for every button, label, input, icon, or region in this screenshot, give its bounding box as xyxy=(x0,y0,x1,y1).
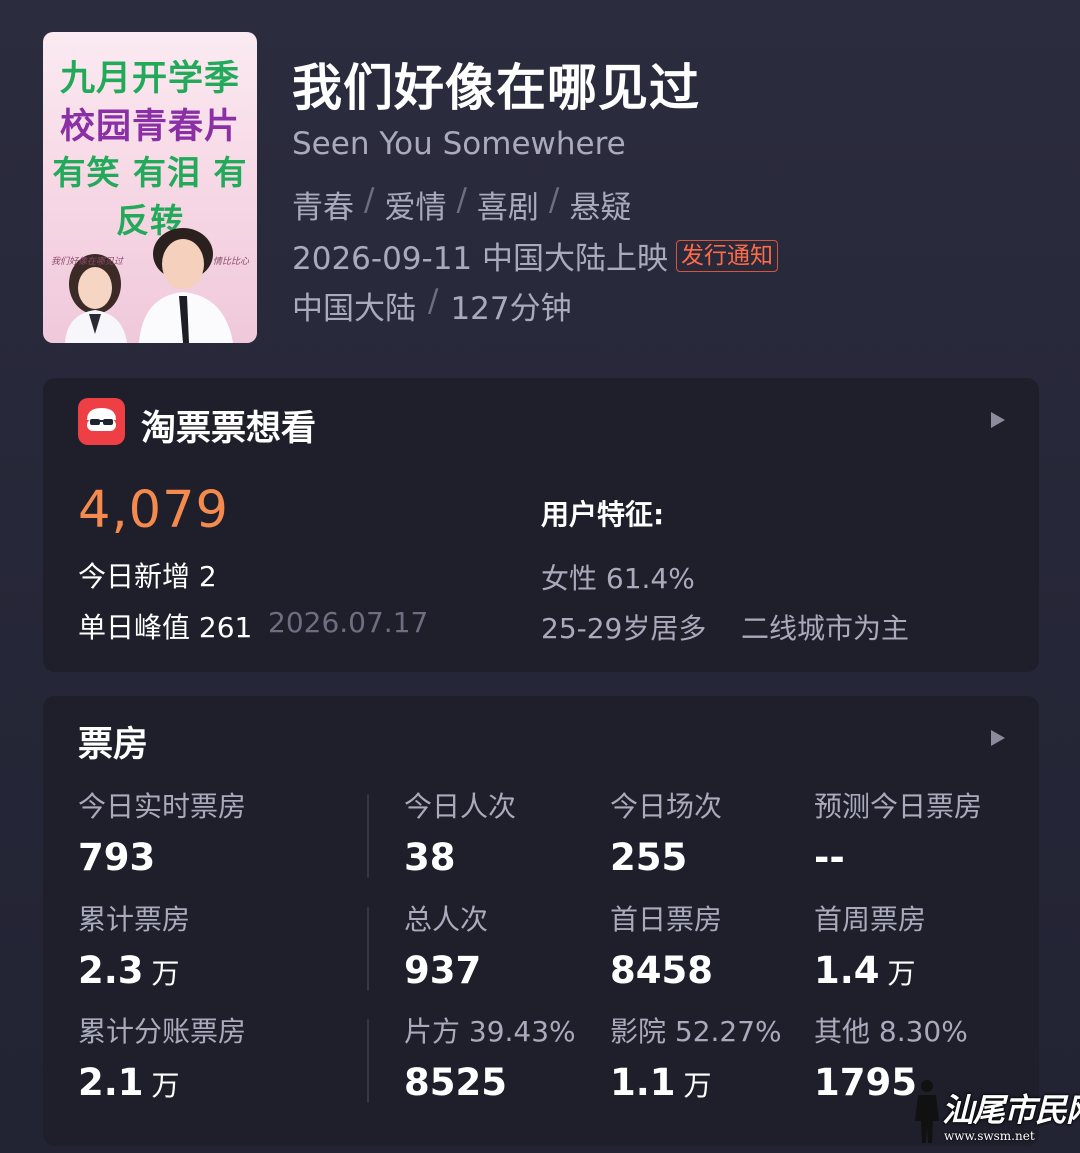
want-to-see-card[interactable]: 淘票票想看 4,079 今日新增 2 单日峰值 261 2026.07.17 用… xyxy=(43,378,1039,672)
stat-value: 2.3 万 xyxy=(78,949,180,992)
stat-label: 片方 39.43% xyxy=(404,1015,576,1048)
want-card-arrow-icon[interactable] xyxy=(991,412,1005,428)
stat-label: 今日实时票房 xyxy=(78,790,247,823)
stat-cinema-share: 影院 52.27% 1.1 万 xyxy=(610,1015,782,1106)
site-watermark: 汕尾市民网 www.swsm.net xyxy=(912,1077,1080,1147)
want-card-title: 淘票票想看 xyxy=(141,409,317,449)
poster-tagline-2: 校园青春片 xyxy=(59,107,240,147)
stat-value: 1.4 万 xyxy=(814,949,916,992)
release-notice-badge[interactable]: 发行通知 xyxy=(676,239,779,272)
genre-tag: 青春 xyxy=(292,190,354,226)
user-trait-gender: 女性 61.4% xyxy=(541,562,695,595)
stat-label: 今日人次 xyxy=(404,790,517,823)
box-office-title: 票房 xyxy=(78,725,149,765)
want-peak-date: 2026.07.17 xyxy=(268,606,429,639)
want-count: 4,079 xyxy=(78,481,230,540)
stat-label: 累计分账票房 xyxy=(78,1015,247,1048)
poster-people-illustration xyxy=(65,228,233,343)
taopiaopiao-logo-icon xyxy=(78,398,125,445)
column-divider xyxy=(367,1019,369,1103)
stat-value: 38 xyxy=(404,836,456,879)
stat-unit: 万 xyxy=(151,1069,180,1102)
watermark-figure-icon xyxy=(915,1080,939,1143)
stat-today-admissions: 今日人次 38 xyxy=(404,790,516,878)
genre-separator: / xyxy=(364,182,375,218)
stat-unit: 万 xyxy=(151,957,180,990)
movie-duration: 127分钟 xyxy=(450,291,572,327)
watermark-url: www.swsm.net xyxy=(944,1129,1035,1143)
poster-script-left: 我们好像在哪见过 xyxy=(51,257,124,267)
genre-separator: / xyxy=(456,182,467,218)
poster-handwriting: 我们好像在哪见过 情比比心 xyxy=(51,254,249,267)
stat-unit: 万 xyxy=(887,957,916,990)
column-divider xyxy=(367,794,369,878)
box-office-card[interactable]: 票房 今日实时票房 793 今日人次 38 今日场次 255 预测今日票房 --… xyxy=(43,696,1039,1146)
genre-tag: 悬疑 xyxy=(569,190,632,226)
stat-forecast-today-box-office: 预测今日票房 -- xyxy=(814,790,982,878)
stat-value: 255 xyxy=(610,836,688,879)
movie-meta: 中国大陆 / 127分钟 xyxy=(292,283,572,328)
stat-value: 1.1 万 xyxy=(610,1061,712,1104)
stat-value: 8525 xyxy=(404,1061,507,1104)
stat-label: 累计票房 xyxy=(78,903,191,936)
stat-cumulative-box-office: 累计票房 2.3 万 xyxy=(78,903,190,994)
genre-separator: / xyxy=(548,182,560,218)
movie-poster[interactable]: 九月开学季 校园青春片 有笑 有泪 有反转 我们好像在哪见过 情比比心 xyxy=(43,32,257,343)
want-daily-peak: 单日峰值 261 xyxy=(78,611,253,644)
stat-value: 793 xyxy=(78,836,156,879)
stat-today-screenings: 今日场次 255 xyxy=(610,790,722,878)
release-info: 2026-09-11 中国大陆上映 发行通知 xyxy=(292,233,779,278)
watermark-site-name: 汕尾市民网 xyxy=(942,1091,1080,1129)
stat-label: 影院 52.27% xyxy=(610,1015,782,1048)
genre-tag: 喜剧 xyxy=(476,190,539,226)
stat-cumulative-split-box-office: 累计分账票房 2.1 万 xyxy=(78,1015,246,1106)
movie-region: 中国大陆 xyxy=(292,291,416,327)
stat-unit: 万 xyxy=(683,1069,712,1102)
movie-genres: 青春 / 爱情 / 喜剧 / 悬疑 xyxy=(292,182,631,227)
stat-total-admissions: 总人次 937 xyxy=(404,903,488,991)
stat-first-week-box-office: 首周票房 1.4 万 xyxy=(814,903,926,994)
stat-value: -- xyxy=(814,836,845,879)
genre-tag: 爱情 xyxy=(384,190,447,226)
stat-first-day-box-office: 首日票房 8458 xyxy=(610,903,722,991)
stat-today-realtime-box-office: 今日实时票房 793 xyxy=(78,790,246,878)
poster-tagline-1: 九月开学季 xyxy=(59,59,240,99)
stat-label: 预测今日票房 xyxy=(814,790,983,823)
stat-label: 首日票房 xyxy=(610,903,723,936)
movie-title: 我们好像在哪见过 xyxy=(292,59,700,117)
poster-script-right: 情比比心 xyxy=(212,257,249,267)
stat-value: 2.1 万 xyxy=(78,1061,180,1104)
user-traits-label: 用户特征: xyxy=(541,498,665,531)
column-divider xyxy=(367,907,369,991)
want-today-new: 今日新增 2 xyxy=(78,560,217,593)
movie-english-title: Seen You Somewhere xyxy=(292,126,626,162)
stat-producer-share: 片方 39.43% 8525 xyxy=(404,1015,576,1103)
stat-label: 其他 8.30% xyxy=(814,1015,968,1048)
stat-label: 首周票房 xyxy=(814,903,927,936)
stat-label: 总人次 xyxy=(404,903,489,936)
user-trait-city: 二线城市为主 xyxy=(741,612,910,645)
stat-label: 今日场次 xyxy=(610,790,723,823)
stat-value: 8458 xyxy=(610,949,713,992)
meta-separator: / xyxy=(428,283,439,319)
box-card-arrow-icon[interactable] xyxy=(991,730,1005,746)
release-date: 2026-09-11 中国大陆上映 xyxy=(292,241,669,277)
stat-value: 937 xyxy=(404,949,482,992)
user-trait-age: 25-29岁居多 xyxy=(541,612,707,645)
